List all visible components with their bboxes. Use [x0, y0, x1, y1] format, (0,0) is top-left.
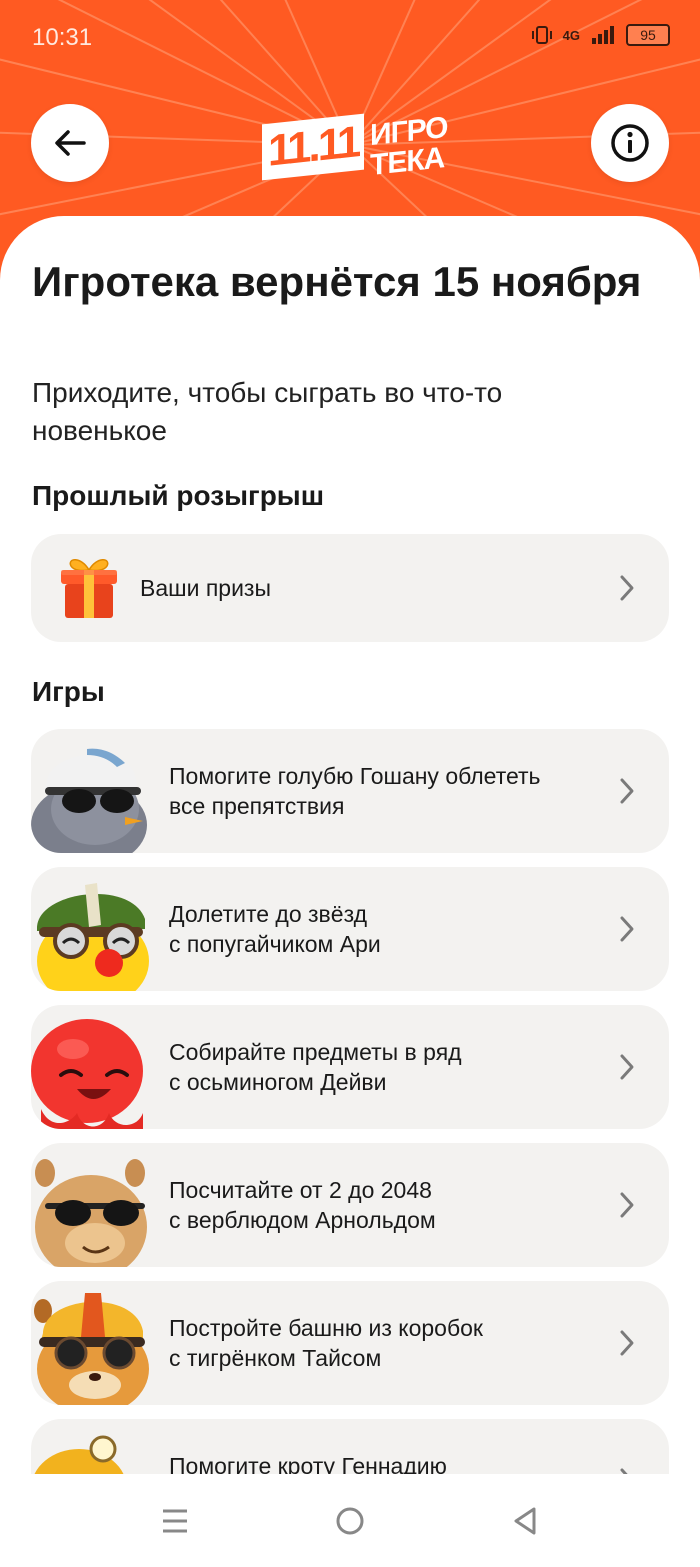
arrow-left-icon	[55, 130, 86, 156]
chevron-right-icon	[620, 1192, 634, 1218]
system-navigation-bar	[0, 1474, 700, 1567]
game-title: Собирайте предметы в ряд с осьминогом Де…	[169, 1037, 599, 1097]
game-title: Помогите голубю Гошану облететь все преп…	[169, 761, 599, 821]
info-button[interactable]	[591, 104, 669, 182]
game-title-line2: с верблюдом Арнольдом	[169, 1207, 436, 1233]
game-title: Посчитайте от 2 до 2048 с верблюдом Арно…	[169, 1175, 599, 1235]
game-title-line1: Постройте башню из коробок	[169, 1315, 483, 1341]
game-title-line1: Посчитайте от 2 до 2048	[169, 1177, 432, 1203]
chevron-right-icon	[620, 1330, 634, 1356]
game-title: Помогите кроту Геннадию	[169, 1451, 599, 1476]
game-card-parrot[interactable]: Долетите до звёзд с попугайчиком Ари	[31, 867, 669, 991]
gift-icon	[61, 559, 117, 618]
game-title-line2: с попугайчиком Ари	[169, 931, 381, 957]
home-icon[interactable]	[333, 1504, 367, 1538]
back-triangle-icon[interactable]	[508, 1504, 542, 1538]
game-card-octopus[interactable]: Собирайте предметы в ряд с осьминогом Де…	[31, 1005, 669, 1129]
game-card-mole[interactable]: Помогите кроту Геннадию	[31, 1419, 669, 1476]
chevron-right-icon	[620, 575, 634, 601]
game-title-line1: Помогите голубю Гошану облететь	[169, 763, 541, 789]
your-prizes-card[interactable]: Ваши призы	[31, 534, 669, 642]
game-card-pigeon[interactable]: Помогите голубю Гошану облететь все преп…	[31, 729, 669, 853]
menu-icon[interactable]	[158, 1504, 192, 1538]
chevron-right-icon	[620, 1054, 634, 1080]
signal-icon	[592, 26, 614, 44]
game-title: Постройте башню из коробок с тигрёнком Т…	[169, 1313, 599, 1373]
game-title: Долетите до звёзд с попугайчиком Ари	[169, 899, 599, 959]
page-subtitle: Приходите, чтобы сыграть во что-то новен…	[32, 377, 503, 446]
logo-number: 11.11	[262, 113, 365, 181]
past-draw-heading: Прошлый розыгрыш	[32, 480, 325, 511]
game-title-line1: Долетите до звёзд	[169, 901, 368, 927]
prizes-label: Ваши призы	[140, 575, 271, 601]
game-title-line1: Помогите кроту Геннадию	[169, 1453, 447, 1476]
logo-word-line2: ТЕКА	[370, 141, 445, 183]
game-title-line2: все препятствия	[169, 793, 345, 819]
page-title: Игротека вернётся 15 ноября	[32, 258, 642, 305]
battery-indicator: 95	[626, 24, 670, 46]
game-title-line2: с тигрёнком Тайсом	[169, 1345, 382, 1371]
game-title-line2: с осьминогом Дейви	[169, 1069, 387, 1095]
content-sheet: Игротека вернётся 15 ноября Приходите, ч…	[0, 216, 700, 1476]
status-icons: 4G 95	[531, 24, 670, 46]
status-time: 10:31	[32, 24, 93, 51]
game-card-tiger[interactable]: Постройте башню из коробок с тигрёнком Т…	[31, 1281, 669, 1405]
chevron-right-icon	[620, 916, 634, 942]
parrot-avatar	[37, 883, 149, 991]
network-type: 4G	[562, 27, 580, 43]
games-heading: Игры	[32, 676, 105, 707]
game-card-camel[interactable]: Посчитайте от 2 до 2048 с верблюдом Арно…	[31, 1143, 669, 1267]
chevron-right-icon	[620, 778, 634, 804]
tiger-avatar	[34, 1293, 149, 1405]
game-title-line1: Собирайте предметы в ряд	[169, 1039, 462, 1065]
logo-word: ИГРО ТЕКА	[370, 111, 448, 182]
igroteka-logo: 11.11 ИГРО ТЕКА	[262, 106, 448, 188]
pigeon-avatar	[31, 748, 147, 853]
mole-avatar	[33, 1435, 125, 1476]
vibrate-icon	[531, 26, 552, 44]
info-icon	[611, 124, 649, 162]
camel-avatar	[35, 1159, 147, 1267]
back-button[interactable]	[31, 104, 109, 182]
octopus-avatar	[31, 1019, 143, 1129]
status-bar: 10:31 4G 95	[0, 0, 700, 80]
